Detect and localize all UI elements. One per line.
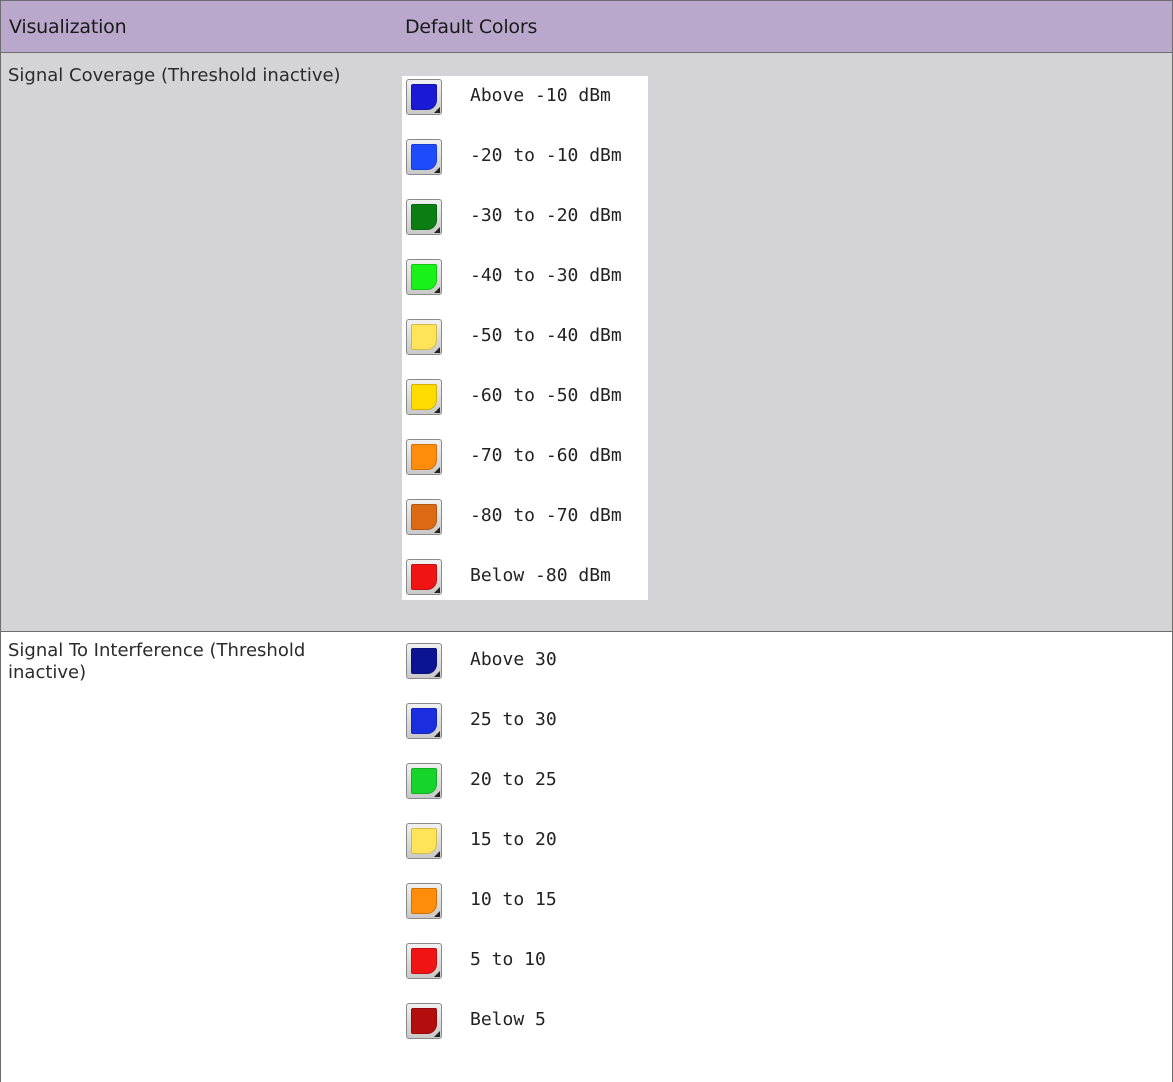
legend-item: 10 to 15 [402,880,648,924]
color-picker-button[interactable] [406,79,442,115]
legend-item: -20 to -10 dBm [402,136,648,180]
legend-item: 5 to 10 [402,940,648,984]
header-default-colors: Default Colors [405,16,538,38]
dropdown-corner-icon [434,1031,440,1037]
legend-item: 15 to 20 [402,820,648,864]
dropdown-corner-icon [434,347,440,353]
legend-item: 20 to 25 [402,760,648,804]
legend-label: -50 to -40 dBm [470,325,622,346]
color-picker-button[interactable] [406,139,442,175]
dropdown-corner-icon [434,851,440,857]
color-legend-table: Visualization Default Colors Signal Cove… [0,0,1173,1082]
dropdown-corner-icon [434,971,440,977]
legend-label: -60 to -50 dBm [470,385,622,406]
color-picker-button[interactable] [406,199,442,235]
legend-item: Above 30 [402,640,648,684]
dropdown-corner-icon [434,791,440,797]
color-picker-button[interactable] [406,643,442,679]
dropdown-corner-icon [434,407,440,413]
color-picker-button[interactable] [406,259,442,295]
legend-item: -50 to -40 dBm [402,316,648,360]
dropdown-corner-icon [434,587,440,593]
table-row: Signal Coverage (Threshold inactive) Abo… [0,53,1173,632]
color-picker-button[interactable] [406,319,442,355]
legend-item: -40 to -30 dBm [402,256,648,300]
header-visualization: Visualization [9,16,127,38]
dropdown-corner-icon [434,911,440,917]
color-picker-button[interactable] [406,883,442,919]
color-legend: Above 30 25 to 30 20 to 25 15 to 20 10 to 15… [402,640,648,1060]
legend-label: -70 to -60 dBm [470,445,622,466]
legend-item: Below 5 [402,1000,648,1044]
legend-label: -20 to -10 dBm [470,145,622,166]
color-picker-button[interactable] [406,703,442,739]
color-legend: Above -10 dBm -20 to -10 dBm -30 to -20 dB… [402,76,648,600]
color-picker-button[interactable] [406,763,442,799]
legend-label: -80 to -70 dBm [470,505,622,526]
legend-item: 25 to 30 [402,700,648,744]
legend-label: 20 to 25 [470,769,557,790]
dropdown-corner-icon [434,467,440,473]
legend-label: -30 to -20 dBm [470,205,622,226]
legend-item: Above -10 dBm [402,76,648,120]
legend-label: Above 30 [470,649,557,670]
color-picker-button[interactable] [406,559,442,595]
legend-label: 10 to 15 [470,889,557,910]
dropdown-corner-icon [434,107,440,113]
dropdown-corner-icon [434,227,440,233]
legend-item: -30 to -20 dBm [402,196,648,240]
dropdown-corner-icon [434,671,440,677]
legend-label: 15 to 20 [470,829,557,850]
legend-item: -60 to -50 dBm [402,376,648,420]
dropdown-corner-icon [434,167,440,173]
legend-label: -40 to -30 dBm [470,265,622,286]
legend-item: -70 to -60 dBm [402,436,648,480]
legend-item: -80 to -70 dBm [402,496,648,540]
color-picker-button[interactable] [406,499,442,535]
legend-label: 25 to 30 [470,709,557,730]
legend-label: Above -10 dBm [470,85,611,106]
dropdown-corner-icon [434,527,440,533]
color-picker-button[interactable] [406,943,442,979]
legend-item: Below -80 dBm [402,556,648,600]
legend-label: Below -80 dBm [470,565,611,586]
dropdown-corner-icon [434,287,440,293]
color-picker-button[interactable] [406,823,442,859]
visualization-label: Signal To Interference (Threshold inacti… [8,640,306,683]
legend-label: Below 5 [470,1009,546,1030]
visualization-label: Signal Coverage (Threshold inactive) [8,65,341,86]
table-header: Visualization Default Colors [0,0,1173,53]
color-picker-button[interactable] [406,379,442,415]
color-picker-button[interactable] [406,1003,442,1039]
dropdown-corner-icon [434,731,440,737]
legend-label: 5 to 10 [470,949,546,970]
color-picker-button[interactable] [406,439,442,475]
table-row: Signal To Interference (Threshold inacti… [0,632,1173,1082]
